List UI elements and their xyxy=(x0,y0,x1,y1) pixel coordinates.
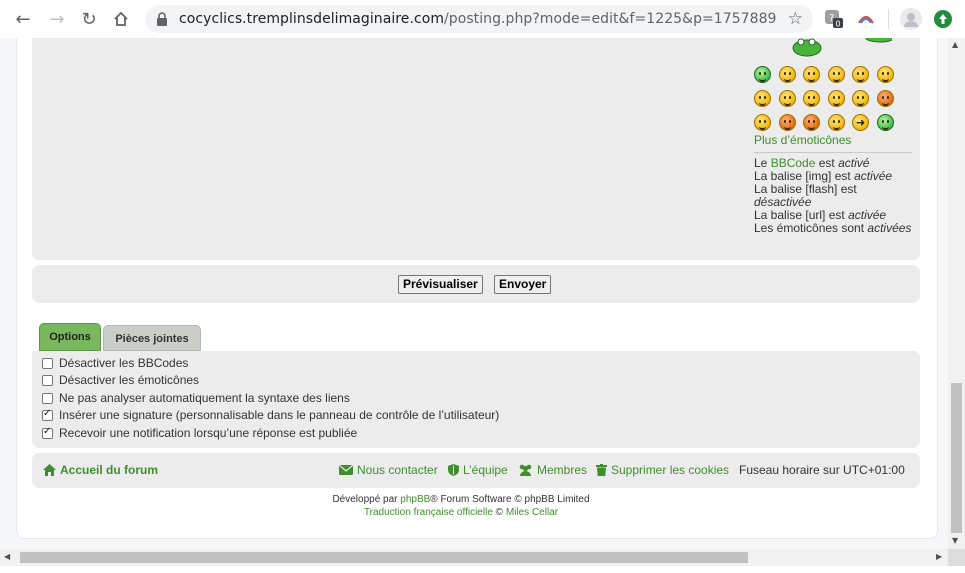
timezone-text: Fuseau horaire sur UTC+01:00 xyxy=(739,463,905,477)
update-arrow-icon[interactable] xyxy=(934,10,952,28)
window-bottom-edge xyxy=(0,566,965,573)
smiley-icon[interactable] xyxy=(754,66,771,83)
smiley-icon[interactable] xyxy=(778,114,796,131)
profile-avatar[interactable] xyxy=(900,8,922,30)
option-row[interactable]: Insérer une signature (personnalisable d… xyxy=(42,407,499,423)
smiley-icon[interactable] xyxy=(852,90,869,107)
smilies-grid: ➜ xyxy=(754,66,904,131)
home-icon[interactable] xyxy=(110,8,132,30)
horizontal-scroll-thumb[interactable] xyxy=(20,552,748,563)
smiley-icon[interactable] xyxy=(803,114,820,131)
tab-attachments[interactable]: Pièces jointes xyxy=(103,325,201,351)
miles-cellar-link[interactable]: Miles Cellar xyxy=(506,507,558,518)
scroll-up-icon[interactable]: ▲ xyxy=(952,40,958,49)
disable-smilies-checkbox[interactable] xyxy=(42,374,53,386)
smiley-icon[interactable] xyxy=(827,90,845,107)
vertical-scrollbar[interactable]: ▲ ▼ xyxy=(948,38,965,549)
horizontal-scrollbar[interactable]: ◀ ▶ xyxy=(0,549,948,566)
notify-checkbox[interactable] xyxy=(42,426,53,439)
bbcode-status: Le BBCode est activé La balise [img] est… xyxy=(754,156,912,235)
option-row[interactable]: Désactiver les BBCodes xyxy=(42,355,188,371)
users-icon xyxy=(519,464,532,476)
footer-contact-link[interactable]: Nous contacter xyxy=(339,463,438,477)
footer-home-link[interactable]: Accueil du forum xyxy=(43,463,158,477)
option-row[interactable]: Recevoir une notification lorsqu’une rép… xyxy=(42,425,357,441)
bookmark-star-icon[interactable]: ☆ xyxy=(788,9,803,29)
smiley-icon[interactable] xyxy=(876,90,894,107)
footer-team-link[interactable]: L’équipe xyxy=(448,463,508,477)
scroll-down-icon[interactable]: ▼ xyxy=(952,536,958,545)
url-text: cocyclics.tremplinsdelimaginaire.com/pos… xyxy=(179,11,777,27)
bbcode-link[interactable]: BBCode xyxy=(771,156,816,170)
smiley-icon[interactable] xyxy=(803,90,820,107)
browser-toolbar: ← → ↻ cocyclics.tremplinsdelimaginaire.c… xyxy=(0,0,965,39)
options-panel: Désactiver les BBCodes Désactiver les ém… xyxy=(32,351,920,448)
smiley-icon[interactable] xyxy=(754,90,771,107)
footer-members-link[interactable]: Membres xyxy=(518,463,587,477)
envelope-icon xyxy=(339,465,353,475)
arrow-smiley-icon[interactable]: ➜ xyxy=(852,114,869,131)
divider xyxy=(754,152,912,153)
back-icon[interactable]: ← xyxy=(12,8,34,30)
option-row[interactable]: Désactiver les émoticônes xyxy=(42,372,199,388)
submit-panel: Prévisualiser Envoyer xyxy=(32,265,920,303)
shield-icon xyxy=(448,464,459,476)
attach-signature-checkbox[interactable] xyxy=(42,408,53,421)
lock-icon xyxy=(157,12,167,26)
submit-button[interactable]: Envoyer xyxy=(494,275,552,294)
phpbb-link[interactable]: phpBB xyxy=(400,494,430,505)
scrollbar-corner xyxy=(948,549,965,566)
footer-delete-cookies-link[interactable]: Supprimer les cookies xyxy=(596,463,729,477)
posting-editor-panel: ➜ Plus d’émoticônes Le BBCode est activé… xyxy=(32,38,920,260)
reload-icon[interactable]: ↻ xyxy=(78,8,100,30)
scroll-right-icon[interactable]: ▶ xyxy=(936,552,942,561)
preview-button[interactable]: Prévisualiser xyxy=(398,275,483,294)
vertical-scroll-thumb[interactable] xyxy=(951,383,962,533)
page-viewport: ➜ Plus d’émoticônes Le BBCode est activé… xyxy=(0,38,948,549)
rainbow-extension-icon[interactable] xyxy=(856,9,876,29)
copyright-credits: Développé par phpBB® Forum Software © ph… xyxy=(332,494,590,518)
smiley-icon[interactable] xyxy=(876,114,894,131)
smiley-icon[interactable] xyxy=(876,66,894,83)
smiley-icon[interactable] xyxy=(852,66,869,83)
smiley-icon[interactable] xyxy=(803,66,820,83)
trash-icon xyxy=(596,464,607,476)
tab-options[interactable]: Options xyxy=(39,323,101,351)
option-row[interactable]: Ne pas analyser automatiquement la synta… xyxy=(42,390,350,406)
smiley-icon[interactable] xyxy=(827,66,845,83)
scroll-left-icon[interactable]: ◀ xyxy=(4,552,10,561)
disable-bbcode-checkbox[interactable] xyxy=(42,357,53,369)
extension-badge: 0 xyxy=(836,20,841,29)
more-smilies-link[interactable]: Plus d’émoticônes xyxy=(754,133,851,147)
forum-wrap: ➜ Plus d’émoticônes Le BBCode est activé… xyxy=(16,38,938,539)
smiley-icon[interactable] xyxy=(778,90,796,107)
home-icon xyxy=(43,464,56,476)
smiley-icon[interactable] xyxy=(778,66,796,83)
smiley-icon[interactable] xyxy=(827,114,845,131)
smiley-icon[interactable] xyxy=(754,114,771,131)
forum-footer-nav: Accueil du forum Nous contacter L’équipe… xyxy=(32,453,920,488)
french-translation-link[interactable]: Traduction française officielle xyxy=(364,507,493,518)
extension-icon[interactable]: ? 0 xyxy=(824,9,844,29)
forward-icon[interactable]: → xyxy=(46,8,68,30)
address-bar[interactable]: cocyclics.tremplinsdelimaginaire.com/pos… xyxy=(145,5,813,33)
disable-magic-url-checkbox[interactable] xyxy=(42,392,53,404)
frog-smilies[interactable] xyxy=(772,38,892,58)
